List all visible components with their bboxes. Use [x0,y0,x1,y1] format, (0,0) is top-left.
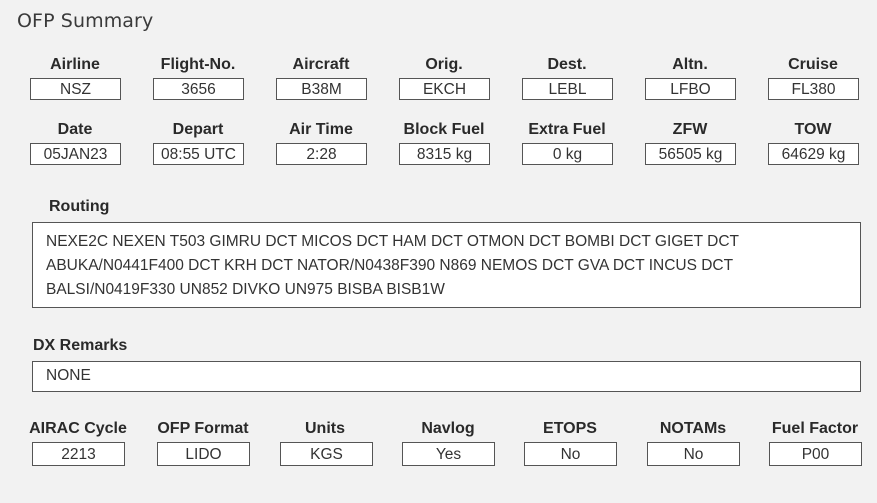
date-label: Date [57,121,93,138]
cruise-label: Cruise [788,56,838,73]
cruise-value: FL380 [768,78,859,100]
zfw-value: 56505 kg [645,143,736,165]
routing-line-3: BALSI/N0419F330 UN852 DIVKO UN975 BISBA … [46,281,445,298]
flight-no-label: Flight-No. [160,56,236,73]
air-time-label: Air Time [289,121,353,138]
ofp-format-value: LIDO [157,442,250,466]
block-fuel-value: 8315 kg [399,143,490,165]
fuel-factor-value: P00 [769,442,862,466]
fuel-factor-label: Fuel Factor [771,420,859,437]
airline-label: Airline [50,56,100,73]
extra-fuel-value: 0 kg [522,143,613,165]
routing-label: Routing [49,198,110,215]
flight-no-value: 3656 [153,78,244,100]
notams-value: No [647,442,740,466]
tow-value: 64629 kg [768,143,859,165]
aircraft-value: B38M [276,78,367,100]
date-value: 05JAN23 [30,143,121,165]
flight-info-row: Airline NSZ Flight-No. 3656 Aircraft B38… [0,56,877,116]
navlog-value: Yes [402,442,495,466]
dx-remarks-label: DX Remarks [33,337,128,354]
orig-value: EKCH [399,78,490,100]
tow-label: TOW [794,121,832,138]
depart-label: Depart [172,121,224,138]
units-value: KGS [280,442,373,466]
air-time-value: 2:28 [276,143,367,165]
dest-label: Dest. [547,56,587,73]
flight-times-row: Date 05JAN23 Depart 08:55 UTC Air Time 2… [0,121,877,181]
notams-label: NOTAMs [659,420,727,437]
altn-label: Altn. [672,56,708,73]
routing-box: NEXE2C NEXEN T503 GIMRU DCT MICOS DCT HA… [32,222,861,308]
depart-value: 08:55 UTC [153,143,244,165]
navlog-label: Navlog [421,420,475,437]
dx-remarks-box: NONE [32,361,861,392]
page-title: OFP Summary [17,10,154,32]
orig-label: Orig. [425,56,463,73]
altn-value: LFBO [645,78,736,100]
airac-cycle-label: AIRAC Cycle [29,420,127,437]
airac-cycle-value: 2213 [32,442,125,466]
dest-value: LEBL [522,78,613,100]
ofp-settings-row: AIRAC Cycle 2213 OFP Format LIDO Units K… [0,420,877,480]
aircraft-label: Aircraft [292,56,350,73]
units-label: Units [305,420,345,437]
airline-value: NSZ [30,78,121,100]
extra-fuel-label: Extra Fuel [528,121,606,138]
dx-remarks-value: NONE [46,367,91,384]
routing-line-1: NEXE2C NEXEN T503 GIMRU DCT MICOS DCT HA… [46,233,739,250]
ofp-format-label: OFP Format [157,420,249,437]
routing-line-2: ABUKA/N0441F400 DCT KRH DCT NATOR/N0438F… [46,257,734,274]
zfw-label: ZFW [672,121,708,138]
etops-label: ETOPS [543,420,597,437]
etops-value: No [524,442,617,466]
block-fuel-label: Block Fuel [403,121,485,138]
